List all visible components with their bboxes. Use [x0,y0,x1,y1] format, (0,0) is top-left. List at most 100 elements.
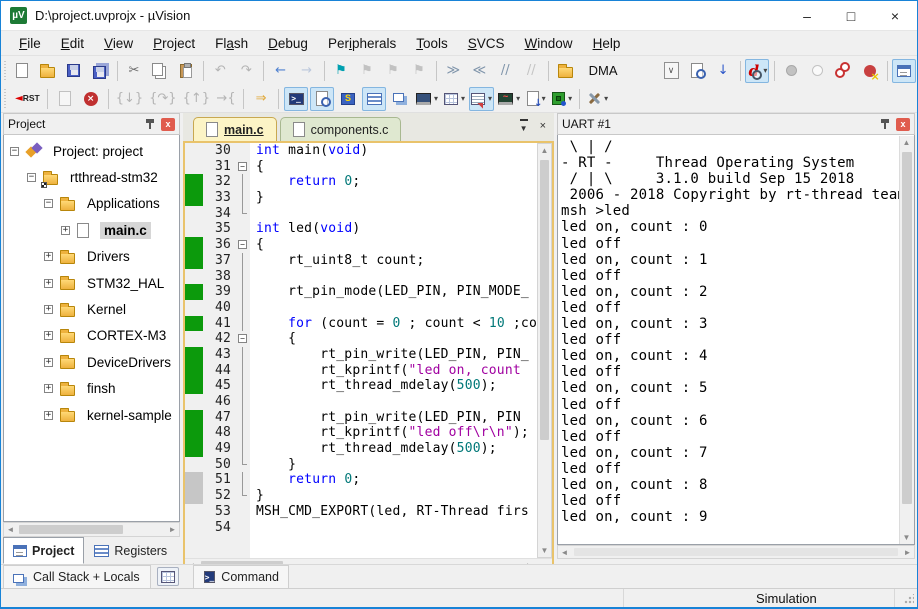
tab-project[interactable]: Project [3,537,84,564]
uart-vscrollbar[interactable]: ▲ ▼ [899,136,914,544]
fold-margin[interactable]: − [237,331,250,347]
scroll-up-icon[interactable]: ▲ [538,144,551,157]
disassembly-window-button[interactable] [310,87,334,111]
tree-item-kernel[interactable]: +Kernel [4,296,179,322]
fold-margin[interactable]: − [237,159,250,175]
show-next-statement-button[interactable]: ⇒ [249,87,273,111]
menu-debug[interactable]: Debug [258,33,318,54]
search-dropdown-button[interactable]: ∨ [659,59,683,83]
expand-icon[interactable]: + [44,331,53,340]
project-window-button[interactable] [892,59,916,83]
insert-remove-breakpoint-button[interactable] [780,59,804,83]
tree-item-devicedrivers[interactable]: +DeviceDrivers [4,349,179,375]
tree-item-rtthread-stm32[interactable]: −rtthread-stm32 [4,164,179,190]
tab-registers[interactable]: Registers [84,537,177,564]
enable-disable-breakpoint-button[interactable] [806,59,830,83]
close-project-panel-button[interactable]: x [161,118,175,131]
collapse-icon[interactable]: − [44,199,53,208]
tree-item-cortex-m3[interactable]: +CORTEX-M3 [4,323,179,349]
debug-toolbox-dropdown-icon[interactable]: ▾ [604,94,608,103]
uncomment-selection-button[interactable]: // [519,59,543,83]
scroll-down-icon[interactable]: ▼ [900,531,913,544]
scroll-up-icon[interactable]: ▲ [900,136,913,149]
close-button[interactable]: × [873,1,917,30]
expand-icon[interactable]: + [44,411,53,420]
menu-svcs[interactable]: SVCS [458,33,515,54]
command-tab[interactable]: >_ Command [193,565,289,588]
pin-icon[interactable] [880,118,890,130]
system-viewer-button[interactable]: ▾ [550,87,574,111]
project-tree[interactable]: −Project: project−rtthread-stm32−Applica… [3,135,180,522]
menu-edit[interactable]: Edit [51,33,94,54]
watch-window-dropdown-icon[interactable]: ▾ [488,94,492,103]
previous-bookmark-button[interactable]: ⚑ [381,59,405,83]
navigate-back-button[interactable]: ← [269,59,293,83]
callstack-tab[interactable]: Call Stack + Locals [3,565,151,588]
tree-item-drivers[interactable]: +Drivers [4,244,179,270]
memory-window-dropdown-icon[interactable]: ▾ [461,94,465,103]
editor-tab-components-c[interactable]: components.c [280,117,402,141]
scroll-right-icon[interactable]: ► [166,523,179,536]
tree-item-main-c[interactable]: +main.c [4,217,179,243]
menu-flash[interactable]: Flash [205,33,258,54]
scrollbar-thumb[interactable] [902,152,912,504]
toolbar-grip[interactable] [4,61,6,81]
run-to-cursor-button[interactable]: →{ [214,87,238,111]
expand-icon[interactable]: + [61,226,70,235]
pin-icon[interactable] [145,118,155,130]
kill-all-breakpoints-button[interactable] [858,59,882,83]
menu-view[interactable]: View [94,33,143,54]
scrollbar-thumb[interactable] [540,160,549,440]
menu-help[interactable]: Help [583,33,631,54]
tree-item-stm32-hal[interactable]: +STM32_HAL [4,270,179,296]
fold-margin[interactable]: − [237,237,250,253]
next-bookmark-button[interactable]: ⚑ [355,59,379,83]
start-stop-debug-button[interactable]: d▾ [745,59,769,83]
scroll-left-icon[interactable]: ◄ [4,523,17,536]
system-viewer-dropdown-icon[interactable]: ▾ [568,94,572,103]
close-tab-icon[interactable]: × [540,119,546,136]
close-uart-panel-button[interactable]: x [896,118,910,131]
serial-window-button[interactable] [362,87,386,111]
tree-item-finsh[interactable]: +finsh [4,376,179,402]
memory-window-button[interactable]: ▾ [442,87,467,111]
watch-window-button[interactable]: ▾ [469,87,494,111]
comment-selection-button[interactable]: // [493,59,517,83]
find-in-files-button[interactable] [554,59,578,83]
logic-analyzer-dropdown-icon[interactable]: ▾ [434,94,438,103]
system-analyzer-button[interactable]: ~▾ [496,87,522,111]
clear-all-bookmarks-button[interactable]: ⚑ [407,59,431,83]
tree-item-project-project[interactable]: −Project: project [4,138,179,164]
uart-hscrollbar[interactable]: ◄ ► [557,545,915,559]
toggle-bookmark-button[interactable]: ⚑ [329,59,353,83]
paste-button[interactable] [174,59,198,83]
stop-button[interactable]: × [79,87,103,111]
logic-analyzer-button[interactable]: ▾ [414,87,440,111]
expand-icon[interactable]: + [44,279,53,288]
expand-icon[interactable]: + [44,305,53,314]
expand-icon[interactable]: + [44,358,53,367]
tree-item-applications[interactable]: −Applications [4,191,179,217]
disable-all-breakpoints-button[interactable] [832,59,856,83]
debug-toolbox-button[interactable]: ▾ [585,87,610,111]
menu-peripherals[interactable]: Peripherals [318,33,406,54]
toolbar-grip[interactable] [4,89,9,109]
menu-tools[interactable]: Tools [406,33,458,54]
indent-button[interactable]: ≫ [441,59,465,83]
collapse-icon[interactable]: − [10,147,19,156]
editor-tab-main-c[interactable]: main.c [193,117,277,141]
open-file-button[interactable] [36,59,60,83]
menu-file[interactable]: File [9,33,51,54]
analysis-window-button[interactable] [388,87,412,111]
editor-vscrollbar[interactable]: ▲ ▼ [537,143,552,558]
scroll-down-icon[interactable]: ▼ [538,544,551,557]
collapse-icon[interactable]: − [27,173,36,182]
scrollbar-thumb[interactable] [574,548,898,556]
expand-icon[interactable]: + [44,384,53,393]
copy-button[interactable] [148,59,172,83]
menu-project[interactable]: Project [143,33,205,54]
resize-grip[interactable] [904,594,914,604]
unindent-button[interactable]: ≪ [467,59,491,83]
cut-button[interactable]: ✂ [122,59,146,83]
step-out-button[interactable]: {↑} [181,87,212,111]
